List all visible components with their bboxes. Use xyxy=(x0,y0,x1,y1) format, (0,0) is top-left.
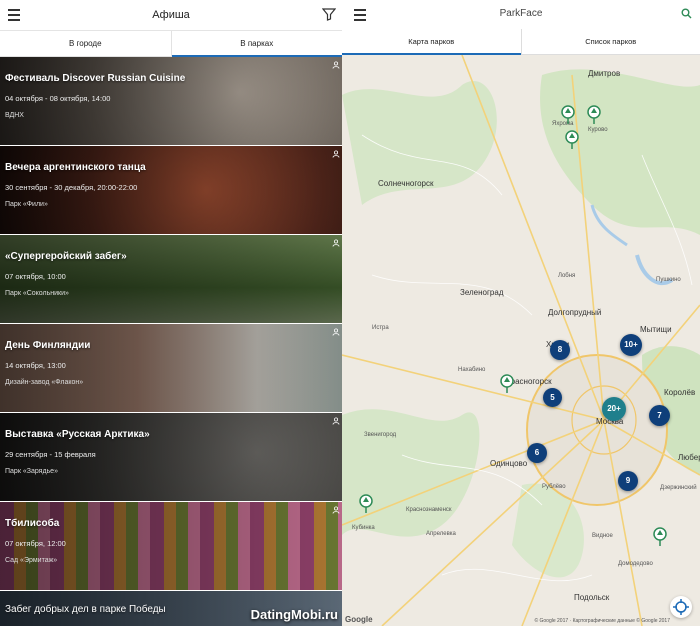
event-card[interactable]: «Супергеройский забег» 07 октября, 10:00… xyxy=(0,235,342,324)
tab-in-city[interactable]: В городе xyxy=(0,31,171,56)
parks-tabs: Карта парков Список парков xyxy=(342,29,700,55)
park-pin-icon[interactable] xyxy=(565,130,579,150)
map-label: Курово xyxy=(588,127,608,133)
map-label: Домодедово xyxy=(618,561,653,567)
event-date: 14 октября, 13:00 xyxy=(5,361,66,370)
park-pin-icon[interactable] xyxy=(561,105,575,125)
event-place: Дизайн-завод «Флакон» xyxy=(5,379,84,386)
event-place: Парк «Зарядье» xyxy=(5,468,58,475)
map-label: Рублёво xyxy=(542,484,566,490)
event-card[interactable]: Выставка «Русская Арктика» 29 сентября -… xyxy=(0,413,342,502)
event-title: День Финляндии xyxy=(5,340,91,351)
map-label: Пушкино xyxy=(656,277,681,283)
tab-parks-list[interactable]: Список парков xyxy=(520,29,700,54)
event-title: Тбилисоба xyxy=(5,518,60,529)
map-label: Одинцово xyxy=(490,459,528,468)
event-title: Забег добрых дел в парке Победы xyxy=(5,604,166,615)
event-place: Парк «Сокольники» xyxy=(5,290,69,297)
map-label: Истра xyxy=(372,325,389,331)
tab-in-parks[interactable]: В парках xyxy=(170,31,343,57)
search-icon[interactable] xyxy=(681,8,692,19)
map-label: Зеленоград xyxy=(460,288,504,297)
person-icon xyxy=(332,328,340,336)
event-date: 07 октября, 10:00 xyxy=(5,272,66,281)
map-label: Люберцы xyxy=(678,453,700,462)
event-place: Парк «Фили» xyxy=(5,201,48,208)
event-list: Фестиваль Discover Russian Cuisine 04 ок… xyxy=(0,57,342,626)
map-label: Апрелевка xyxy=(426,531,456,537)
filter-icon[interactable] xyxy=(322,7,336,21)
person-icon xyxy=(332,150,340,158)
google-logo: Google xyxy=(345,615,373,624)
park-cluster-marker[interactable]: 10+ xyxy=(620,334,642,356)
tab-parks-map[interactable]: Карта парков xyxy=(342,29,521,55)
map-copyright: © Google 2017 · Картографические данные … xyxy=(534,618,670,624)
map-label: Мытищи xyxy=(640,325,672,334)
park-cluster-marker[interactable]: 5 xyxy=(543,388,562,407)
map-label: Кубинка xyxy=(352,525,375,531)
event-title: Фестиваль Discover Russian Cuisine xyxy=(5,73,186,84)
event-card[interactable]: Вечера аргентинского танца 30 сентября -… xyxy=(0,146,342,235)
park-cluster-marker[interactable]: 9 xyxy=(618,471,638,491)
person-icon xyxy=(332,61,340,69)
app-title: ParkFace xyxy=(499,8,543,19)
crosshair-icon xyxy=(673,599,689,615)
park-cluster-marker[interactable]: 7 xyxy=(649,405,670,426)
event-card[interactable]: Фестиваль Discover Russian Cuisine 04 ок… xyxy=(0,57,342,146)
person-icon xyxy=(332,239,340,247)
event-place: Сад «Эрмитаж» xyxy=(5,557,58,564)
person-icon xyxy=(332,506,340,514)
map-label: Королёв xyxy=(664,388,696,397)
map-label: Подольск xyxy=(574,593,610,602)
park-pin-icon[interactable] xyxy=(653,527,667,547)
parks-map-screen: ParkFace Карта парков Список парков Дмит… xyxy=(342,0,700,626)
map-background xyxy=(342,55,700,626)
top-app-bar: Афиша xyxy=(0,0,342,31)
park-pin-icon[interactable] xyxy=(359,494,373,514)
watermark: DatingMobi.ru xyxy=(250,607,338,622)
page-title: Афиша xyxy=(152,9,190,21)
park-pin-icon[interactable] xyxy=(500,374,514,394)
event-card[interactable]: Тбилисоба 07 октября, 12:00 Сад «Эрмитаж… xyxy=(0,502,342,591)
map-label: Нахабино xyxy=(458,367,486,373)
map-label: Долгопрудный xyxy=(548,308,602,317)
event-title: Вечера аргентинского танца xyxy=(5,162,146,173)
map-label: Краснознаменск xyxy=(406,507,452,513)
event-tabs: В городе В парках xyxy=(0,31,342,57)
person-icon xyxy=(332,417,340,425)
map-label: Солнечногорск xyxy=(378,179,434,188)
event-title: Выставка «Русская Арктика» xyxy=(5,429,150,440)
event-title: «Супергеройский забег» xyxy=(5,251,127,262)
my-location-button[interactable] xyxy=(670,596,692,618)
event-place: ВДНХ xyxy=(5,112,24,119)
parks-map[interactable]: Дмитров Солнечногорск Зеленоград Долгопр… xyxy=(342,55,700,626)
park-cluster-marker[interactable]: 8 xyxy=(550,340,570,360)
map-label: Звенигород xyxy=(364,432,397,438)
event-date: 29 сентября - 15 февраля xyxy=(5,450,96,459)
events-screen: Афиша В городе В парках Фестиваль Discov… xyxy=(0,0,342,626)
park-pin-icon[interactable] xyxy=(587,105,601,125)
event-date: 07 октября, 12:00 xyxy=(5,539,66,548)
map-label: Видное xyxy=(592,533,613,539)
event-card[interactable]: День Финляндии 14 октября, 13:00 Дизайн-… xyxy=(0,324,342,413)
event-date: 04 октября - 08 октября, 14:00 xyxy=(5,94,111,103)
map-label: Лобня xyxy=(558,273,576,279)
park-cluster-marker[interactable]: 20+ xyxy=(602,397,626,421)
park-cluster-marker[interactable]: 6 xyxy=(527,443,547,463)
map-label: Дмитров xyxy=(588,69,621,78)
map-label: Дзержинский xyxy=(660,485,697,491)
event-date: 30 сентября - 30 декабря, 20:00-22:00 xyxy=(5,183,138,192)
top-app-bar: ParkFace xyxy=(342,0,700,29)
